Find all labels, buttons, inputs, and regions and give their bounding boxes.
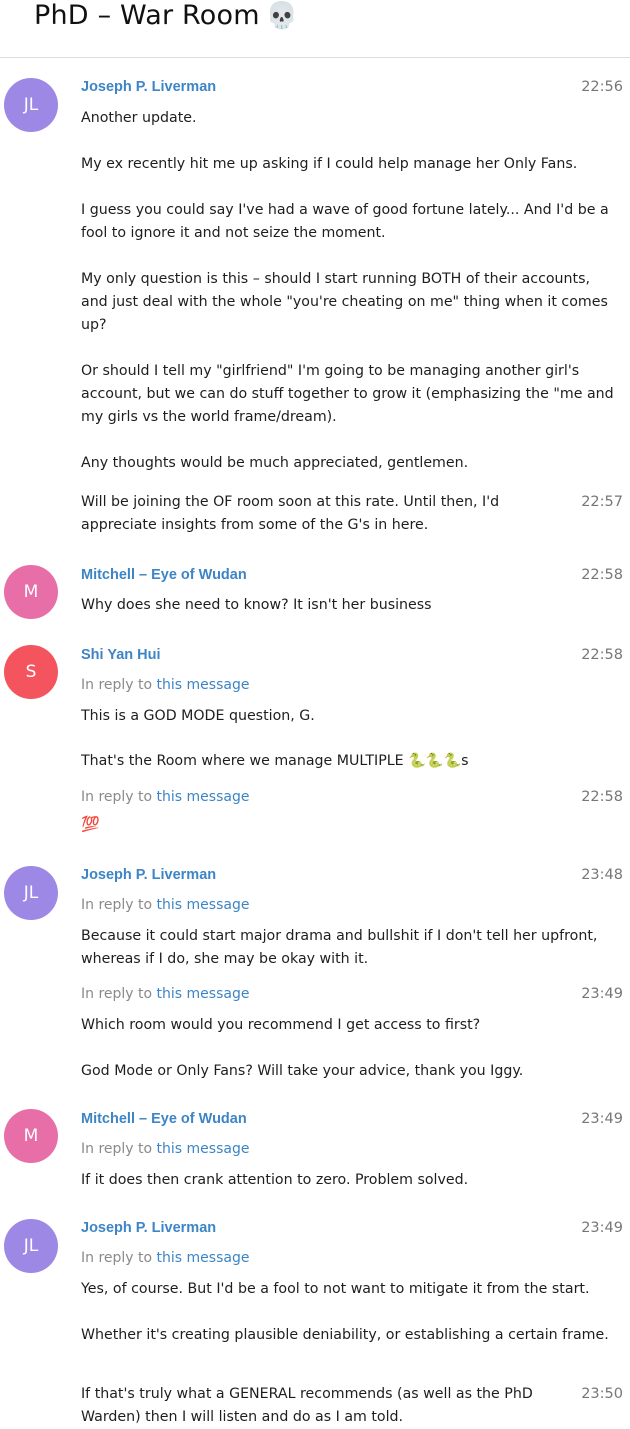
message-text: Which room would you recommend I get acc…: [81, 1017, 524, 1079]
reply-link[interactable]: this message: [157, 789, 250, 805]
message-author[interactable]: Joseph P. Liverman: [81, 867, 216, 883]
message-text: Will be joining the OF room soon at this…: [81, 494, 500, 533]
message-time: 23:49: [581, 986, 623, 1002]
message-time: 23:49: [581, 1111, 623, 1127]
chat-header: PhD – War Room 💀: [0, 0, 630, 58]
message-text: If it does then crank attention to zero.…: [81, 1172, 469, 1188]
message-time: 22:56: [581, 79, 623, 95]
reply-link[interactable]: this message: [157, 1250, 250, 1266]
message-time: 22:57: [581, 494, 623, 510]
reply-prefix: In reply to: [81, 986, 153, 1002]
avatar[interactable]: S: [4, 645, 58, 699]
message-time: 22:58: [581, 567, 623, 583]
reply-link[interactable]: this message: [157, 677, 250, 693]
reply-reference[interactable]: In reply to this message: [81, 897, 249, 913]
message-text: This is a GOD MODE question, G.: [81, 708, 315, 724]
message-time: 23:50: [581, 1386, 623, 1402]
avatar[interactable]: M: [4, 1109, 58, 1163]
reply-prefix: In reply to: [81, 1141, 153, 1157]
reply-prefix: In reply to: [81, 677, 153, 693]
avatar[interactable]: M: [4, 565, 58, 619]
message-author[interactable]: Joseph P. Liverman: [81, 79, 216, 95]
skull-icon: 💀: [265, 1, 299, 31]
message-text: Because it could start major drama and b…: [81, 928, 598, 967]
avatar[interactable]: JL: [4, 1219, 58, 1273]
avatar[interactable]: JL: [4, 78, 58, 132]
reply-reference[interactable]: In reply to this message: [81, 789, 249, 805]
message-text: Yes, of course. But I'd be a fool to not…: [81, 1281, 609, 1343]
reply-reference[interactable]: In reply to this message: [81, 986, 249, 1002]
chat-title: PhD – War Room 💀: [34, 0, 298, 31]
reply-prefix: In reply to: [81, 789, 153, 805]
reply-link[interactable]: this message: [157, 1141, 250, 1157]
chat-title-text: PhD – War Room: [34, 0, 260, 31]
message-author[interactable]: Shi Yan Hui: [81, 647, 161, 663]
message-time: 22:58: [581, 647, 623, 663]
message-text: Why does she need to know? It isn't her …: [81, 597, 432, 613]
reply-prefix: In reply to: [81, 897, 153, 913]
reply-reference[interactable]: In reply to this message: [81, 677, 249, 693]
message-time: 23:48: [581, 867, 623, 883]
message-text: If that's truly what a GENERAL recommend…: [81, 1386, 533, 1425]
message-time: 22:58: [581, 789, 623, 805]
reply-link[interactable]: this message: [157, 986, 250, 1002]
message-author[interactable]: Mitchell – Eye of Wudan: [81, 1111, 247, 1127]
reply-reference[interactable]: In reply to this message: [81, 1250, 249, 1266]
message-author[interactable]: Mitchell – Eye of Wudan: [81, 567, 247, 583]
reply-prefix: In reply to: [81, 1250, 153, 1266]
message-text: That's the Room where we manage MULTIPLE…: [81, 753, 469, 769]
message-time: 23:49: [581, 1220, 623, 1236]
avatar[interactable]: JL: [4, 866, 58, 920]
hundred-points-icon: 💯: [81, 815, 100, 833]
message-author[interactable]: Joseph P. Liverman: [81, 1220, 216, 1236]
message-text: Another update. My ex recently hit me up…: [81, 110, 614, 471]
reply-link[interactable]: this message: [157, 897, 250, 913]
reply-reference[interactable]: In reply to this message: [81, 1141, 249, 1157]
